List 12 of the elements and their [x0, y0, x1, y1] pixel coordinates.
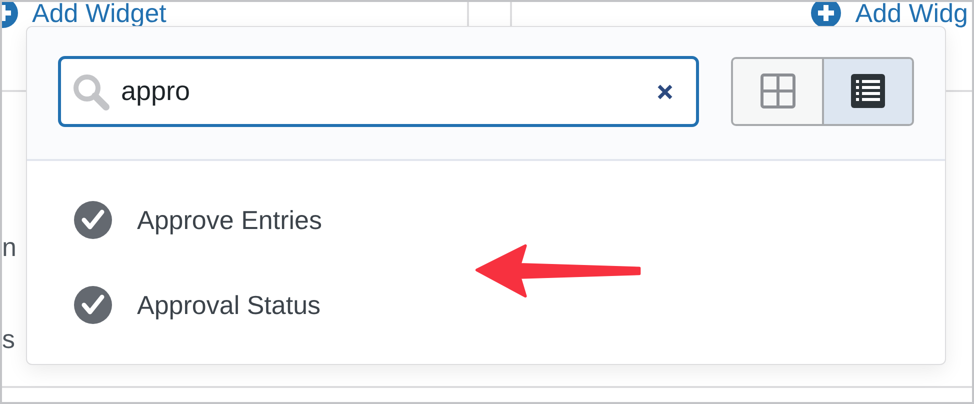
check-circle-icon — [74, 201, 112, 239]
add-widget-link[interactable]: Add Widg — [811, 2, 968, 32]
widget-item[interactable]: Approval Status — [74, 286, 945, 324]
cut-text: n — [2, 232, 16, 263]
grid-icon — [760, 73, 796, 109]
list-view-button[interactable] — [822, 58, 912, 124]
cut-text: s — [2, 324, 15, 355]
widget-item[interactable]: Approve Entries — [74, 201, 945, 239]
check-circle-icon — [74, 286, 112, 324]
search-field[interactable]: appro — [58, 56, 699, 126]
list-icon — [850, 73, 886, 109]
add-widget-link[interactable]: Add Widget — [2, 2, 166, 32]
